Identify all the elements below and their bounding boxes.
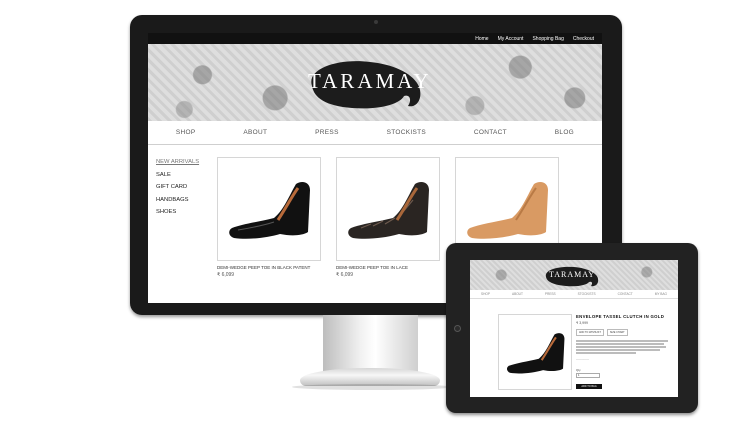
tablet-screen: TARAMAY SHOP ABOUT PRESS STOCKISTS CONTA… [470, 260, 678, 397]
product-card[interactable]: DEMI-WEDGE PEEP TOE IN BLACK PATENT ₹ 6,… [217, 157, 321, 278]
tab-nav-stockists[interactable]: STOCKISTS [578, 292, 596, 296]
top-utility-bar: Home My Account Shopping Bag Checkout [148, 33, 602, 44]
tab-nav-shop[interactable]: SHOP [481, 292, 490, 296]
tablet-site-logo[interactable]: TARAMAY [546, 270, 598, 279]
product-price: ₹ 6,099 [217, 272, 321, 278]
add-to-wishlist-button[interactable]: ADD TO WISHLIST [576, 329, 604, 336]
product-price-value: 6,099 [340, 272, 354, 278]
sidebar-item-new-arrivals[interactable]: NEW ARRIVALS [156, 159, 199, 165]
topbar-link-home[interactable]: Home [475, 36, 488, 42]
topbar-link-checkout[interactable]: Checkout [573, 36, 594, 42]
tablet-product-price: ₹ 3,999 [576, 321, 588, 325]
product-price-value: 6,099 [221, 272, 235, 278]
product-price: ₹ 6,099 [336, 272, 440, 278]
nav-about[interactable]: ABOUT [243, 129, 267, 136]
rupee-icon: ₹ [217, 272, 221, 278]
rupee-icon: ₹ [336, 272, 340, 278]
sidebar-item-sale[interactable]: SALE [156, 172, 199, 178]
webcam-dot [374, 20, 378, 24]
category-sidebar: NEW ARRIVALS SALE GIFT CARD HANDBAGS SHO… [156, 159, 199, 222]
site-logo[interactable]: TARAMAY [308, 69, 429, 94]
tab-nav-press[interactable]: PRESS [545, 292, 556, 296]
tablet-main-nav: SHOP ABOUT PRESS STOCKISTS CONTACT MY BA… [470, 290, 678, 299]
topbar-link-my-account[interactable]: My Account [498, 36, 524, 42]
shoe-icon [506, 333, 565, 374]
tablet-device: TARAMAY SHOP ABOUT PRESS STOCKISTS CONTA… [446, 243, 698, 413]
product-name[interactable]: DEMI-WEDGE PEEP TOE IN BLACK PATENT [217, 265, 321, 270]
tablet-product-info: ENVELOPE TASSEL CLUTCH IN GOLD ₹ 3,999 A… [576, 314, 671, 389]
tablet-qty-label: Qty [576, 367, 581, 372]
nav-blog[interactable]: BLOG [555, 129, 574, 136]
tab-nav-my-bag[interactable]: MY BAG [655, 292, 667, 296]
tablet-product-description [576, 340, 671, 354]
size-chart-button[interactable]: SIZE CHART [606, 329, 628, 336]
tablet-home-button[interactable] [454, 325, 461, 332]
tablet-product-actions: ADD TO WISHLIST SIZE CHART [576, 329, 671, 336]
sidebar-item-gift-card[interactable]: GIFT CARD [156, 184, 199, 190]
nav-shop[interactable]: SHOP [176, 129, 196, 136]
product-image[interactable] [217, 157, 321, 261]
tablet-product-title: ENVELOPE TASSEL CLUTCH IN GOLD [576, 314, 665, 319]
topbar-link-shopping-bag[interactable]: Shopping Bag [532, 36, 563, 42]
shoe-icon [348, 182, 429, 239]
tablet-qty-select[interactable]: 1 [576, 372, 600, 378]
nav-stockists[interactable]: STOCKISTS [387, 129, 426, 136]
device-mockup-scene: Home My Account Shopping Bag Checkout TA… [0, 0, 750, 425]
tablet-product-link[interactable]: ————— [576, 358, 671, 361]
tablet-product-image[interactable] [498, 314, 572, 390]
product-card[interactable]: DEMI-WEDGE PEEP TOE IN LACE ₹ 6,099 [336, 157, 440, 278]
nav-press[interactable]: PRESS [315, 129, 339, 136]
add-to-bag-button[interactable]: ADD TO BAG [576, 383, 602, 389]
sidebar-item-shoes[interactable]: SHOES [156, 209, 199, 215]
stand-shadow [292, 384, 452, 390]
nav-contact[interactable]: CONTACT [474, 129, 507, 136]
product-image[interactable] [336, 157, 440, 261]
tablet-header-banner: TARAMAY [470, 260, 678, 290]
tab-nav-about[interactable]: ABOUT [512, 292, 523, 296]
header-banner: TARAMAY [148, 44, 602, 121]
tab-nav-contact[interactable]: CONTACT [618, 292, 633, 296]
main-nav: SHOP ABOUT PRESS STOCKISTS CONTACT BLOG [148, 121, 602, 145]
shoe-icon [229, 182, 310, 239]
monitor-stand-neck [323, 315, 418, 375]
sidebar-item-handbags[interactable]: HANDBAGS [156, 197, 199, 203]
product-name[interactable]: DEMI-WEDGE PEEP TOE IN LACE [336, 265, 440, 270]
